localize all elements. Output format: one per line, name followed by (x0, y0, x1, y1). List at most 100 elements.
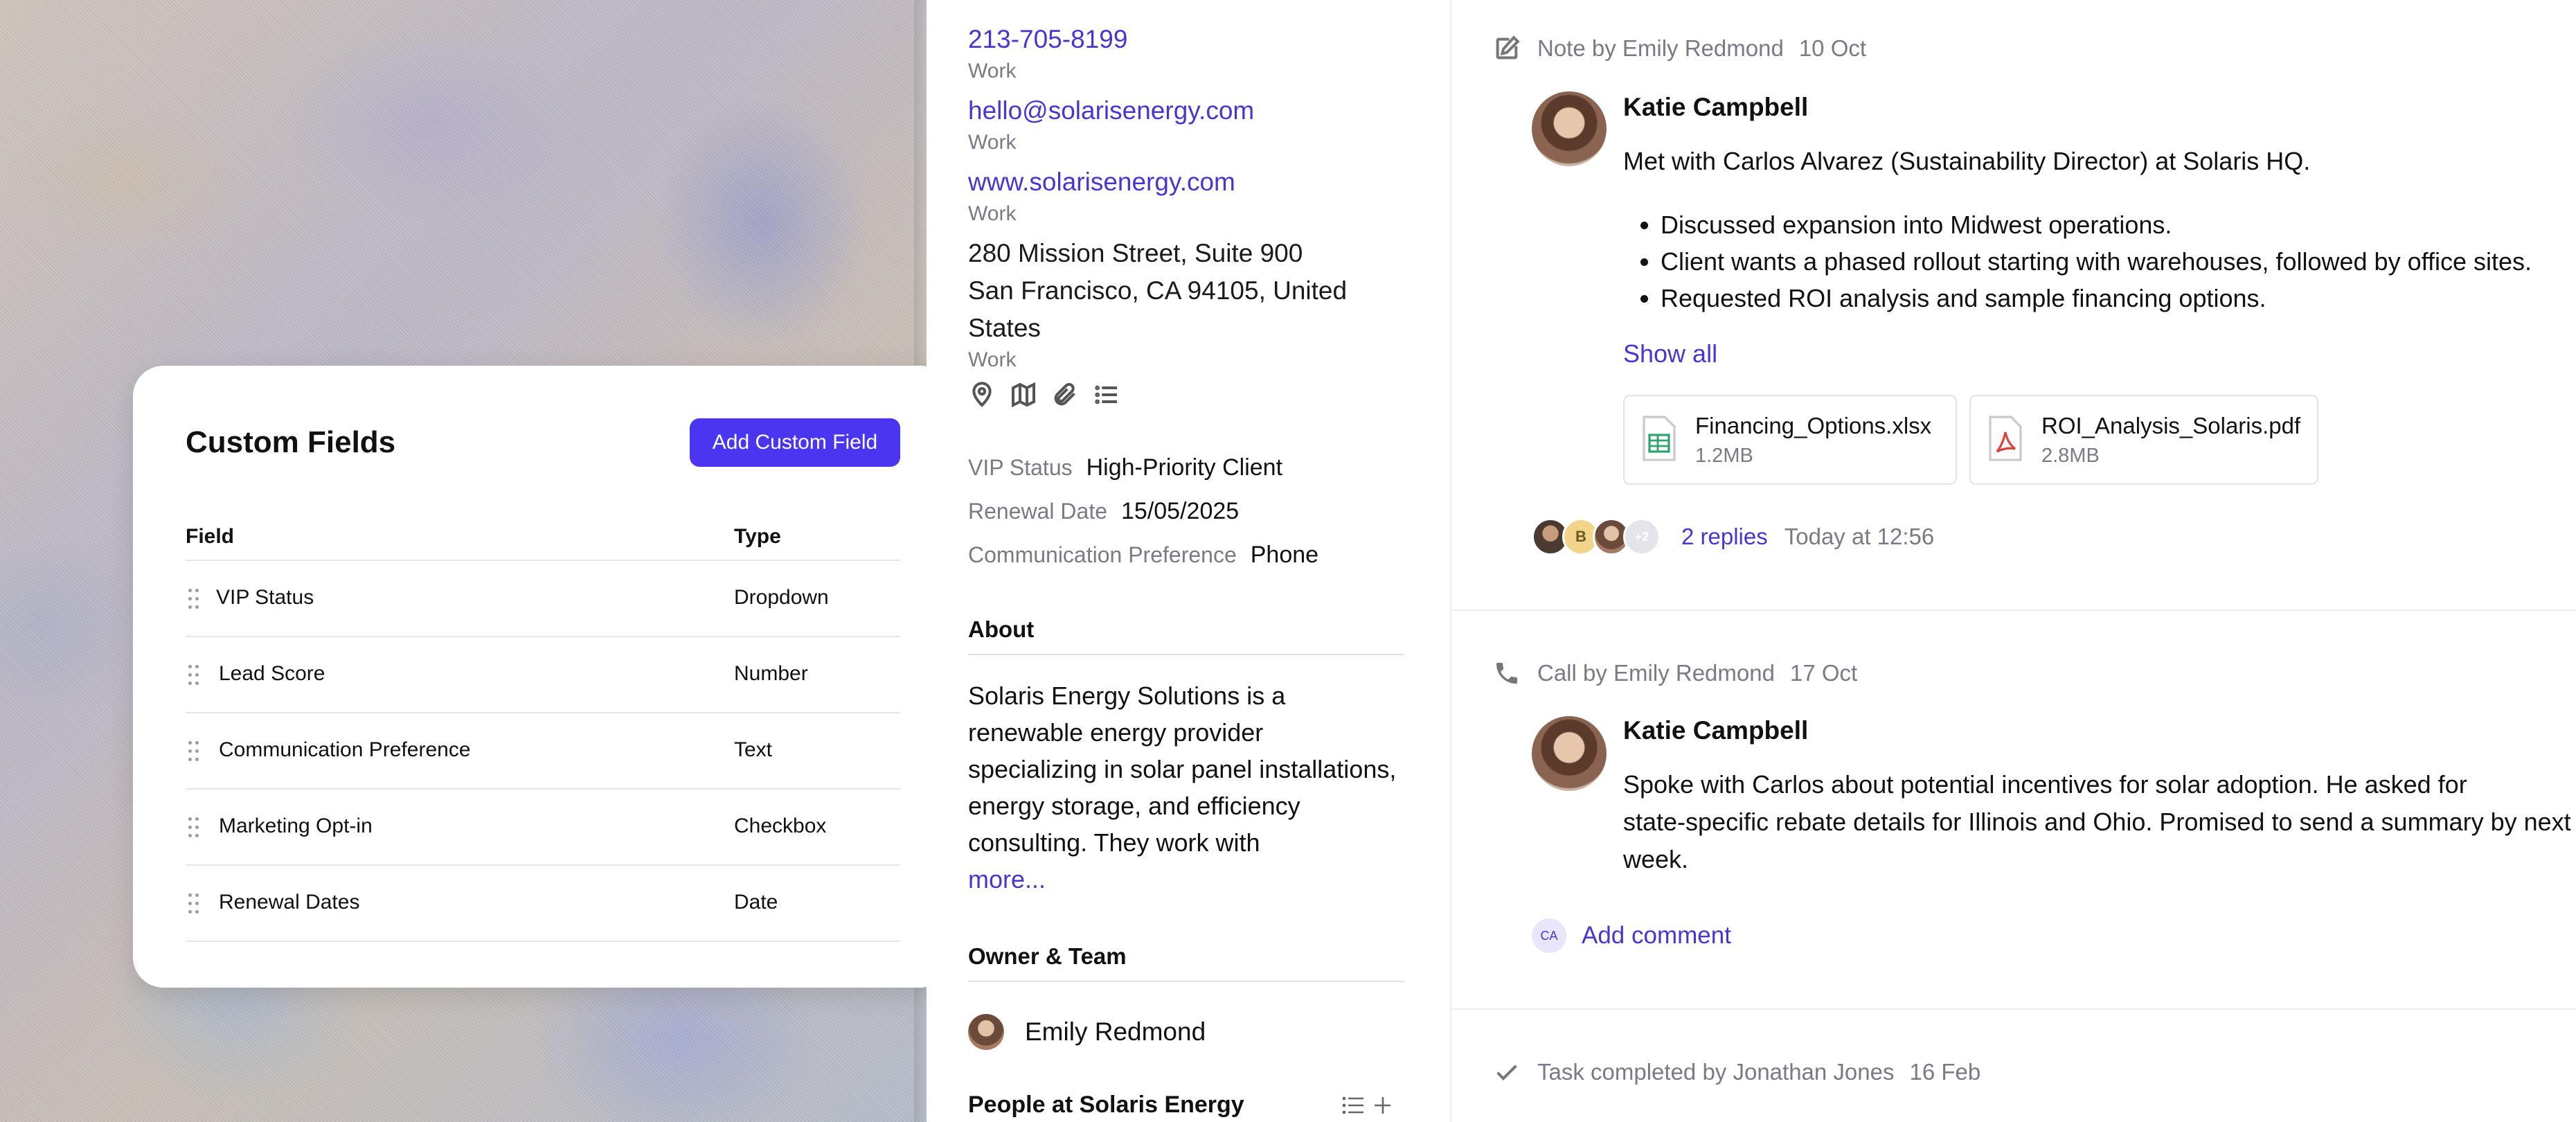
custom-fields-title: Custom Fields (186, 425, 396, 459)
divider (1451, 609, 2576, 611)
drag-handle-icon[interactable] (187, 816, 201, 839)
replies-row[interactable]: B +2 2 replies Today at 12:56 (1532, 518, 1934, 555)
call-header: Call by Emily Redmond 17 Oct (1493, 659, 1857, 687)
field-name: VIP Status (216, 586, 314, 609)
drag-handle-icon[interactable] (187, 664, 201, 687)
task-type-label: Task completed by Jonathan Jones (1537, 1059, 1895, 1085)
about-line: energy storage, and efficiency (968, 792, 1300, 820)
call-type-label: Call by Emily Redmond (1537, 660, 1775, 686)
field-type: Checkbox (734, 814, 827, 837)
add-comment-row[interactable]: CA Add comment (1532, 918, 1731, 953)
field-name: Renewal Dates (219, 891, 360, 914)
email-type: Work (968, 131, 1017, 154)
field-name: Marketing Opt-in (219, 814, 373, 837)
note-text: Met with Carlos Alvarez (Sustainability … (1623, 147, 2311, 175)
avatar: CA (1532, 918, 1566, 953)
communication-preference-value[interactable]: Phone (1251, 542, 1318, 568)
map-icon[interactable] (1010, 381, 1037, 409)
about-line: Solaris Energy Solutions is a (968, 682, 1286, 710)
file-attachment[interactable]: Financing_Options.xlsx 1.2MB (1623, 395, 1957, 485)
column-header-type: Type (734, 525, 781, 548)
edit-note-icon (1496, 35, 1520, 60)
checkmark-icon (1496, 1065, 1517, 1080)
map-pin-icon[interactable] (968, 381, 996, 409)
divider (1451, 1008, 2576, 1010)
avatar (1532, 716, 1607, 791)
address-type: Work (968, 348, 1017, 371)
call-text-line: state-specific rebate details for Illino… (1623, 808, 2571, 836)
vip-status-label: VIP Status (968, 455, 1073, 480)
field-name: Lead Score (219, 662, 325, 685)
field-name: Communication Preference (219, 738, 471, 761)
call-date: 17 Oct (1789, 660, 1858, 686)
vip-status-value[interactable]: High-Priority Client (1086, 454, 1282, 481)
website-type: Work (968, 202, 1017, 225)
renewal-date-value[interactable]: 15/05/2025 (1121, 498, 1239, 524)
phone-icon (1496, 663, 1517, 684)
note-date: 10 Oct (1798, 35, 1867, 61)
owner-team-heading: Owner & Team (968, 943, 1404, 982)
email-link[interactable]: hello@solarisenergy.com (968, 96, 1254, 125)
phone-type: Work (968, 60, 1017, 82)
renewal-date-attribute: Renewal Date 15/05/2025 (968, 498, 1239, 525)
replies-link[interactable]: 2 replies (1681, 524, 1768, 550)
field-type: Dropdown (734, 586, 829, 609)
drag-handle-icon[interactable] (187, 892, 201, 916)
note-author[interactable]: Katie Campbell (1623, 93, 1808, 122)
website-link[interactable]: www.solarisenergy.com (968, 168, 1235, 197)
address-line-1: 280 Mission Street, Suite 900 (968, 239, 1303, 267)
field-type: Number (734, 662, 808, 685)
note-type-label: Note by Emily Redmond (1537, 35, 1784, 61)
communication-preference-attribute: Communication Preference Phone (968, 542, 1318, 569)
add-person-icon[interactable] (1375, 1097, 1390, 1114)
paperclip-icon[interactable] (1051, 381, 1079, 409)
drag-handle-icon[interactable] (187, 587, 201, 611)
renewal-date-label: Renewal Date (968, 499, 1107, 524)
address-line-2: San Francisco, CA 94105, United (968, 276, 1348, 305)
about-more-link[interactable]: more... (968, 861, 1411, 898)
note-bullet-list: Discussed expansion into Midwest operati… (1623, 206, 2532, 317)
call-text: Spoke with Carlos about potential incent… (1623, 766, 2571, 878)
column-header-field: Field (186, 525, 235, 548)
file-size: 2.8MB (2041, 445, 2100, 467)
show-all-link[interactable]: Show all (1623, 339, 1717, 368)
address-actions (968, 381, 1120, 409)
file-attachment[interactable]: ROI_Analysis_Solaris.pdf 2.8MB (1969, 395, 2318, 485)
activity-feed: Note by Emily Redmond 10 Oct Katie Campb… (1451, 0, 2576, 1122)
spreadsheet-icon (1643, 416, 1676, 461)
task-date: 16 Feb (1909, 1059, 1981, 1085)
add-comment-link[interactable]: Add comment (1582, 922, 1731, 950)
phone-link[interactable]: 213-705-8199 (968, 25, 1127, 54)
about-line: specializing in solar panel installation… (968, 755, 1397, 783)
list-item: Requested ROI analysis and sample financ… (1661, 280, 2532, 317)
list-view-icon[interactable] (1342, 1096, 1363, 1114)
custom-field-row[interactable]: Lead Score Number (186, 637, 900, 713)
custom-field-row[interactable]: Communication Preference Text (186, 713, 900, 790)
address-line-3: States (968, 314, 1041, 342)
about-line: renewable energy provider (968, 718, 1264, 747)
task-header: Task completed by Jonathan Jones 16 Feb (1493, 1058, 1980, 1086)
field-type: Text (734, 738, 773, 761)
custom-field-row[interactable]: VIP Status Dropdown (186, 561, 900, 637)
call-text-line: week. (1623, 845, 1689, 873)
more-participants-badge: +2 (1623, 518, 1661, 555)
about-line: consulting. They work with (968, 828, 1260, 857)
communication-preference-label: Communication Preference (968, 542, 1237, 567)
custom-field-row[interactable]: Renewal Dates Date (186, 866, 900, 942)
avatar (1532, 91, 1607, 166)
people-heading: People at Solaris Energy (968, 1092, 1244, 1118)
call-author[interactable]: Katie Campbell (1623, 716, 1808, 745)
drag-handle-icon[interactable] (187, 740, 201, 763)
custom-fields-table-header: Field Type (186, 504, 900, 561)
note-header: Note by Emily Redmond 10 Oct (1493, 35, 1866, 62)
list-item: Discussed expansion into Midwest operati… (1661, 206, 2532, 243)
list-icon[interactable] (1093, 381, 1120, 409)
owner-row[interactable]: Emily Redmond (968, 1014, 1206, 1050)
reply-time: Today at 12:56 (1784, 524, 1935, 549)
custom-field-row[interactable]: Marketing Opt-in Checkbox (186, 790, 900, 866)
list-item: Client wants a phased rollout starting w… (1661, 243, 2532, 280)
file-name: Financing_Options.xlsx (1695, 413, 1932, 438)
add-custom-field-button[interactable]: Add Custom Field (690, 418, 900, 467)
pdf-icon (1989, 416, 2022, 461)
vip-status-attribute: VIP Status High-Priority Client (968, 454, 1282, 481)
